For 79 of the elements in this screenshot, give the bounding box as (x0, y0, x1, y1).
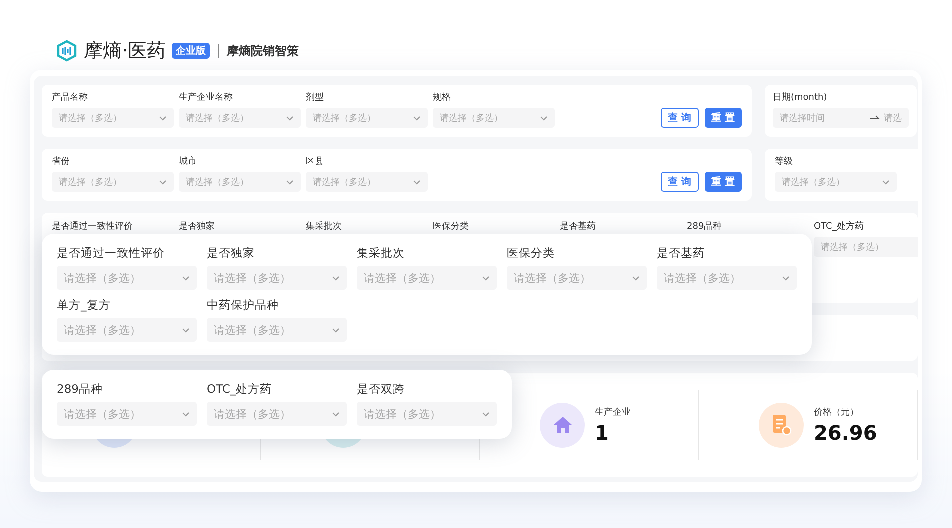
field-label: 是否通过一致性评价 (52, 220, 134, 233)
field-label: OTC_处方药 (814, 220, 865, 233)
date-range-field[interactable]: 请选择时间 请选 (773, 108, 909, 128)
field-label: 剂型 (306, 92, 325, 104)
select-field[interactable]: 请选择（多选） (775, 172, 897, 192)
select-field[interactable]: 请选择（多选） (52, 108, 174, 128)
chevron-down-icon (413, 180, 421, 184)
field-label: 省份 (52, 156, 71, 168)
select-field[interactable]: 请选择（多选） (657, 266, 797, 290)
field-label: 集采批次 (357, 246, 406, 261)
select-field[interactable]: 请选择（多选） (57, 318, 197, 342)
select-field[interactable]: 请选择（多选） (179, 108, 301, 128)
field-label: 是否独家 (207, 246, 256, 261)
chevron-down-icon (286, 116, 294, 120)
field-label: 医保分类 (507, 246, 556, 261)
brand-name: 摩熵·医药 (84, 39, 166, 64)
select-field[interactable]: 请选择（多选） (207, 402, 347, 426)
chevron-down-icon (882, 180, 890, 184)
field-label: 集采批次 (306, 220, 343, 233)
chevron-down-icon (332, 328, 340, 332)
chevron-down-icon (782, 276, 790, 280)
chevron-down-icon (332, 412, 340, 416)
select-field[interactable]: 请选择（多选） (357, 266, 497, 290)
select-field[interactable]: 请选择（多选） (433, 108, 555, 128)
field-label: 城市 (179, 156, 198, 168)
filter-button[interactable]: 重 置 (704, 108, 742, 128)
filter-button[interactable]: 重 置 (704, 172, 742, 192)
filter-button[interactable]: 查 询 (661, 172, 699, 192)
select-field[interactable]: 请选择（多选） (306, 108, 428, 128)
chevron-down-icon (632, 276, 640, 280)
chevron-down-icon (332, 276, 340, 280)
stat-value: 1 (595, 420, 610, 444)
field-label: 产品名称 (52, 92, 89, 104)
field-label: 是否基药 (560, 220, 597, 233)
select-field[interactable]: 请选择（多选） (814, 237, 918, 257)
select-field[interactable]: 请选择（多选） (57, 266, 197, 290)
chevron-down-icon (159, 116, 167, 120)
select-field[interactable]: 请选择（多选） (57, 402, 197, 426)
field-label: 是否基药 (657, 246, 706, 261)
chevron-down-icon (159, 180, 167, 184)
field-label: 289品种 (687, 220, 724, 233)
field-label: 中药保护品种 (207, 298, 280, 313)
field-label: 是否独家 (179, 220, 216, 233)
arrow-right-icon (870, 115, 880, 121)
stat-label: 生产企业 (595, 406, 631, 418)
chevron-down-icon (540, 116, 548, 120)
field-label: 日期(month) (773, 92, 828, 104)
field-label: 区县 (306, 156, 325, 168)
field-label: 生产企业名称 (179, 92, 234, 104)
field-label: OTC_处方药 (207, 382, 274, 397)
field-label: 等级 (775, 156, 794, 168)
chevron-down-icon (482, 276, 490, 280)
select-field[interactable]: 请选择（多选） (357, 402, 497, 426)
product-name: 摩熵院销智策 (227, 42, 300, 60)
select-field[interactable]: 请选择（多选） (207, 266, 347, 290)
select-field[interactable]: 请选择（多选） (207, 318, 347, 342)
select-field[interactable]: 请选择（多选） (507, 266, 647, 290)
receipt-icon (772, 414, 792, 436)
house-icon (552, 416, 572, 434)
select-field[interactable]: 请选择（多选） (179, 172, 301, 192)
field-label: 单方_复方 (57, 298, 112, 313)
select-field[interactable]: 请选择（多选） (306, 172, 428, 192)
logo-icon (56, 40, 78, 62)
field-label: 是否双跨 (357, 382, 406, 397)
stat-label: 价格（元） (814, 406, 860, 418)
chevron-down-icon (182, 412, 190, 416)
chevron-down-icon (413, 116, 421, 120)
chevron-down-icon (286, 180, 294, 184)
field-label: 是否通过一致性评价 (57, 246, 166, 261)
stat-value: 26.96 (814, 420, 878, 444)
filter-button[interactable]: 查 询 (661, 108, 699, 128)
edition-badge: 企业版 (172, 43, 210, 59)
chevron-down-icon (482, 412, 490, 416)
select-field[interactable]: 请选择（多选） (52, 172, 174, 192)
chevron-down-icon (182, 276, 190, 280)
field-label: 医保分类 (433, 220, 470, 233)
field-label: 289品种 (57, 382, 104, 397)
field-label: 规格 (433, 92, 452, 104)
chevron-down-icon (182, 328, 190, 332)
